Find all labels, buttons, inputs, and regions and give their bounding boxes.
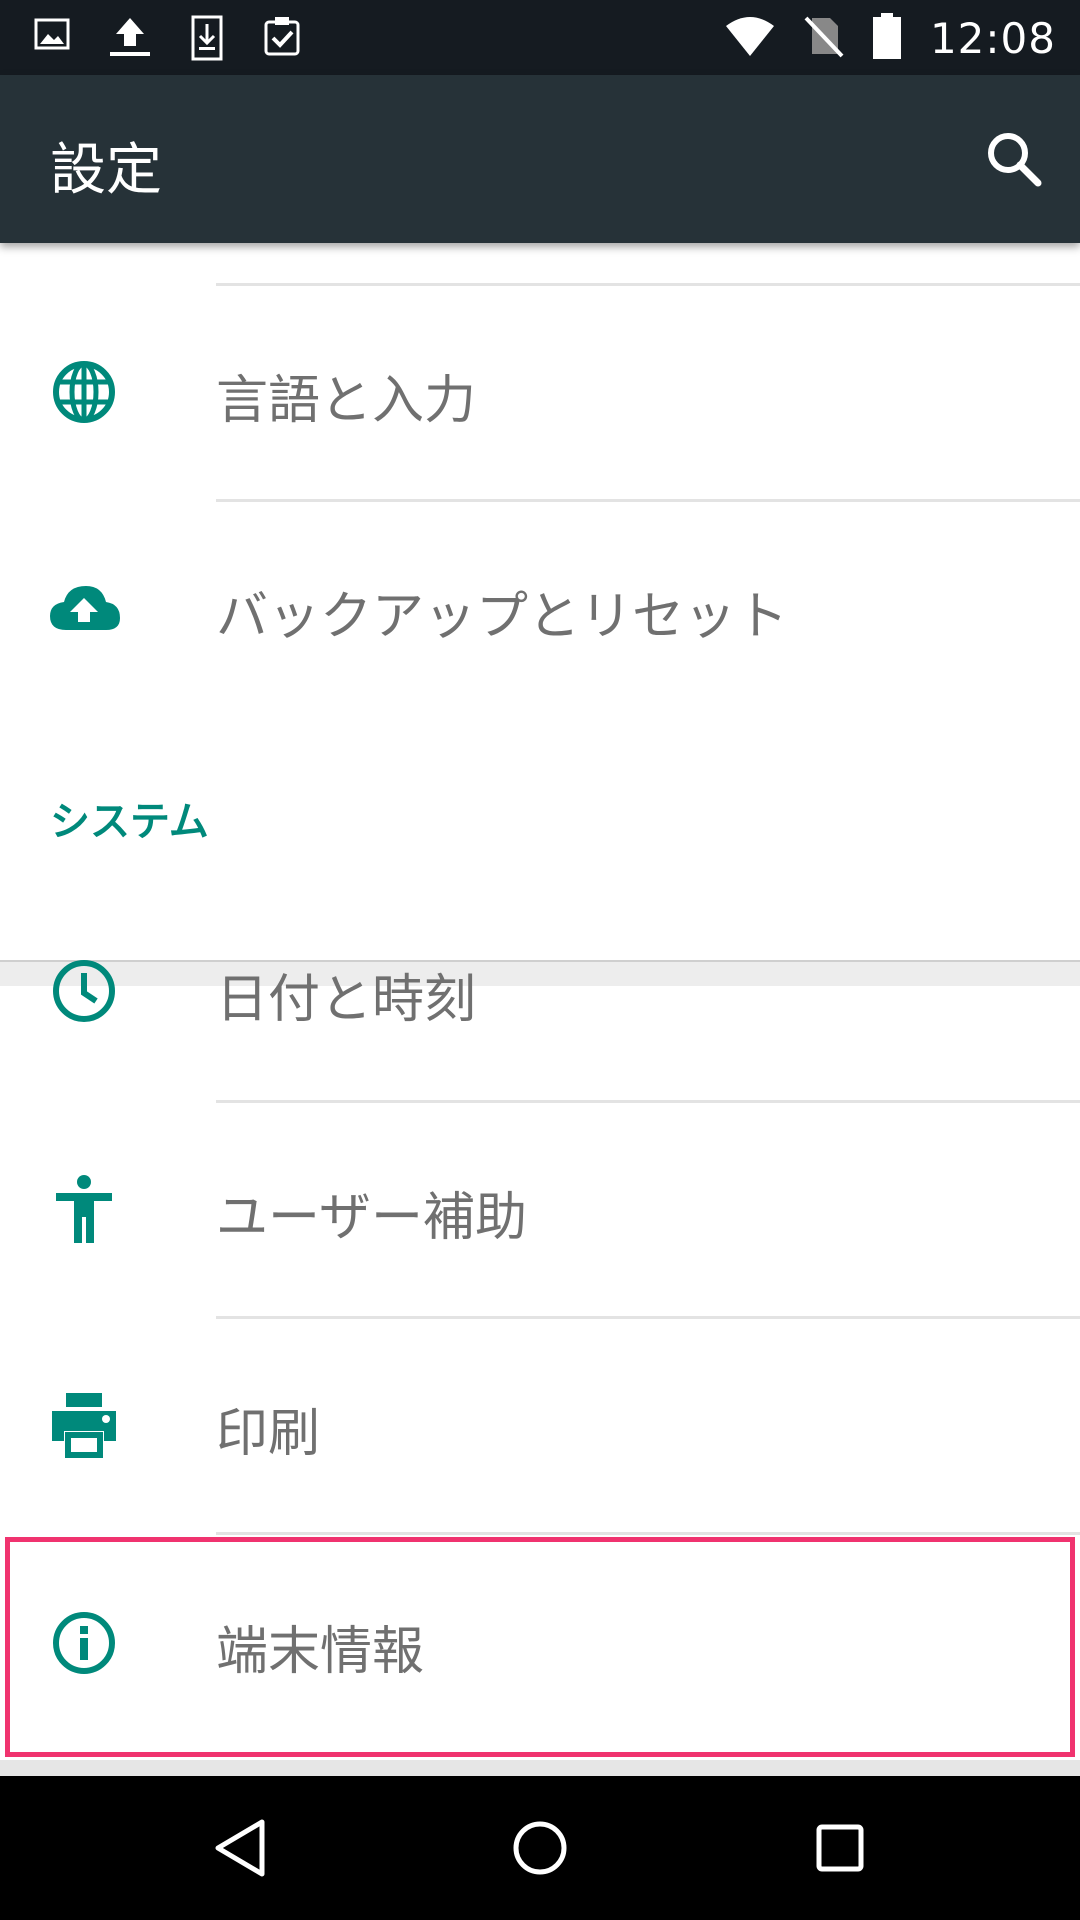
notification-icons — [34, 14, 304, 62]
printer-icon — [48, 1389, 120, 1461]
battery-icon — [872, 12, 902, 64]
upload-icon — [106, 14, 154, 62]
list-item-language-input[interactable]: 言語と入力 — [0, 286, 1080, 499]
image-icon — [34, 14, 70, 62]
search-icon — [988, 133, 1042, 187]
status-time: 12:08 — [929, 13, 1056, 63]
no-sim-icon — [804, 14, 844, 62]
home-button[interactable] — [508, 1816, 572, 1880]
recents-icon — [816, 1824, 864, 1872]
page-title: 設定 — [50, 138, 162, 203]
list-item-date-time[interactable]: 日付と時刻 — [0, 883, 1080, 1098]
list-item-printing[interactable]: 印刷 — [0, 1319, 1080, 1532]
list-item-label: 日付と時刻 — [216, 970, 477, 1030]
clipboard-check-icon — [260, 14, 304, 62]
list-item-label: 印刷 — [216, 1404, 321, 1464]
recents-button[interactable] — [808, 1816, 872, 1880]
list-item-backup-reset[interactable]: バックアップとリセット — [0, 502, 1080, 715]
list-item-about-device[interactable]: 端末情報 — [0, 1535, 1080, 1757]
globe-icon — [48, 356, 120, 428]
info-icon — [48, 1607, 120, 1679]
back-icon — [215, 1819, 265, 1877]
list-item-label: バックアップとリセット — [216, 587, 789, 647]
cloud-upload-icon — [48, 572, 120, 644]
accessibility-icon — [48, 1173, 120, 1245]
download-icon — [190, 14, 224, 62]
list-item-label: ユーザー補助 — [216, 1188, 527, 1248]
list-item-label: 端末情報 — [216, 1622, 425, 1682]
settings-list: 言語と入力 バックアップとリセット システム 日付と時刻 ユーザー補助 印刷 端… — [0, 243, 1080, 1776]
wifi-icon — [724, 14, 776, 62]
home-icon — [513, 1821, 567, 1875]
search-button[interactable] — [982, 127, 1046, 191]
app-bar: 設定 — [0, 75, 1080, 243]
clock-icon — [48, 955, 120, 1027]
section-header-system: システム — [50, 799, 209, 845]
navigation-bar — [0, 1776, 1080, 1920]
list-item-label: 言語と入力 — [216, 371, 477, 431]
list-bottom-shade — [0, 1760, 1080, 1776]
system-icons: 12:08 — [724, 12, 1056, 64]
status-bar: 12:08 — [0, 0, 1080, 75]
back-button[interactable] — [208, 1816, 272, 1880]
list-item-accessibility[interactable]: ユーザー補助 — [0, 1103, 1080, 1316]
